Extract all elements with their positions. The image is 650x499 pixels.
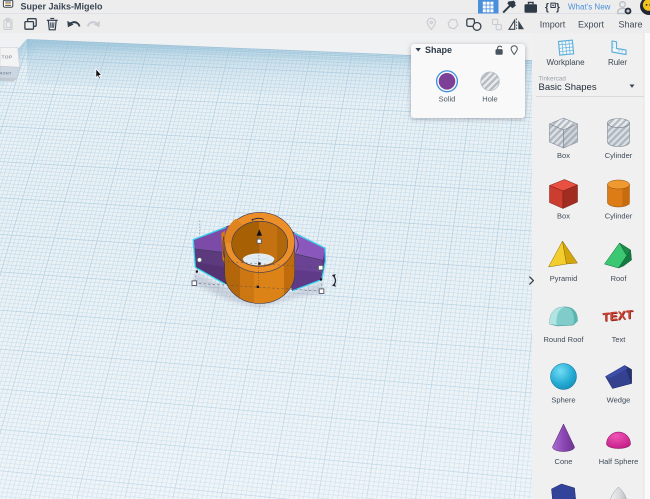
svg-text:What's New: What's New [568,3,611,12]
svg-text:Half Sphere: Half Sphere [599,457,639,466]
svg-text:Workplane: Workplane [546,58,585,67]
svg-text:Shape: Shape [425,45,452,55]
svg-text:Share: Share [618,19,642,29]
svg-text:Pyramid: Pyramid [550,274,578,283]
svg-text:Super Jaiks-Migelo: Super Jaiks-Migelo [21,2,104,12]
svg-text:Hole: Hole [482,95,497,104]
svg-text:Cylinder: Cylinder [605,151,633,160]
svg-text:Text: Text [612,335,627,344]
svg-text:Round Roof: Round Roof [543,335,584,344]
svg-text:Export: Export [578,19,605,29]
svg-text:Ruler: Ruler [608,58,627,67]
svg-text:{: { [545,3,549,14]
svg-text:Cylinder: Cylinder [605,212,633,221]
svg-text:Cone: Cone [555,457,573,466]
svg-text:Box: Box [557,151,570,160]
svg-text:Roof: Roof [611,274,628,283]
svg-text:}: } [556,3,560,14]
svg-text:Solid: Solid [439,95,456,104]
svg-text:Basic Shapes: Basic Shapes [539,82,597,93]
svg-text:Wedge: Wedge [607,396,631,405]
svg-text:Box: Box [557,212,570,221]
svg-text:Import: Import [540,19,566,29]
svg-text:Sphere: Sphere [551,396,575,405]
